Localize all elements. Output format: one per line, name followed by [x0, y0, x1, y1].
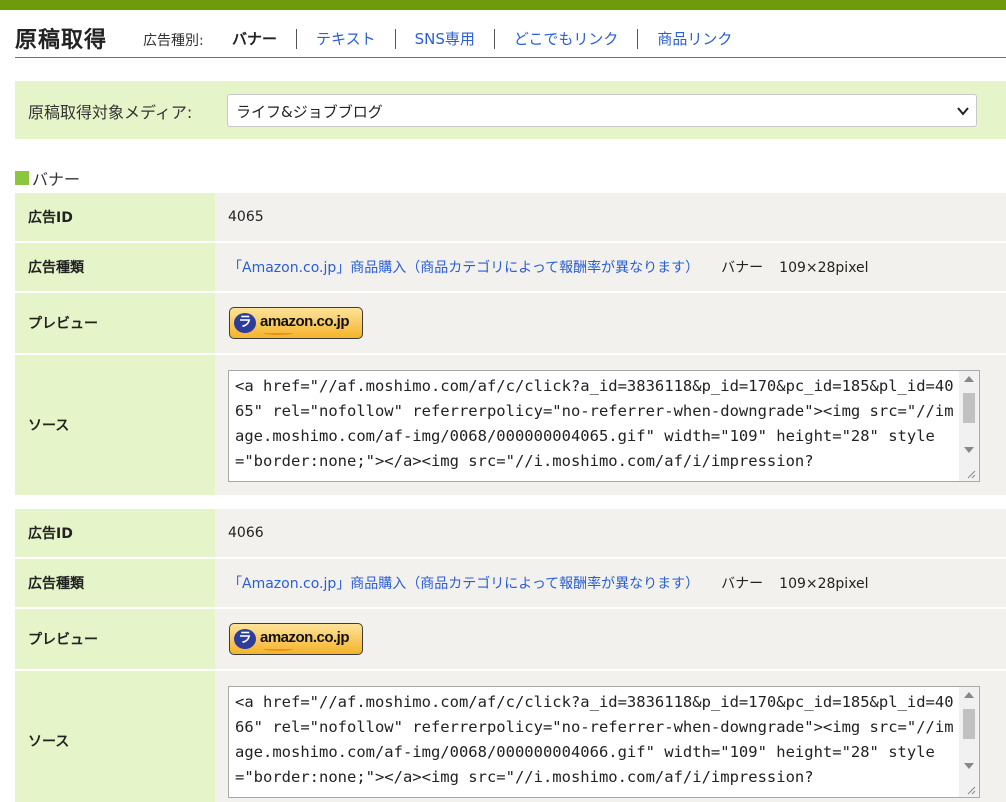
page-header: 原稿取得 広告種別: バナー テキスト SNS専用 どこでもリンク 商品リンク: [15, 22, 1006, 58]
scroll-thumb[interactable]: [963, 709, 975, 739]
ad-kind-label: 広告種類: [28, 260, 84, 276]
ad-type-label: 広告種別:: [143, 33, 204, 49]
ad-source-label: ソース: [28, 418, 70, 434]
ad-kind-link[interactable]: 「Amazon.co.jp」商品購入（商品カテゴリによって報酬率が異なります）: [228, 576, 699, 592]
ad-id-value: 4065: [228, 209, 264, 225]
ad-block: 広告ID 4066 広告種類 「Amazon.co.jp」商品購入（商品カテゴリ…: [15, 509, 1006, 802]
ad-source-row: ソース <a href="//af.moshimo.com/af/c/click…: [15, 671, 1006, 802]
banner-text: amazon.co.jp: [260, 313, 350, 330]
section-title-text: バナー: [32, 170, 81, 189]
page-title: 原稿取得: [15, 28, 108, 53]
amazon-logo-icon: ラ: [234, 629, 256, 649]
chevron-down-icon: [957, 107, 969, 116]
amazon-banner-image[interactable]: ラ amazon.co.jp: [229, 307, 363, 339]
source-textarea[interactable]: <a href="//af.moshimo.com/af/c/click?a_i…: [228, 370, 980, 482]
ad-kind-type: バナー: [721, 576, 764, 592]
ad-id-label: 広告ID: [28, 526, 73, 542]
scroll-thumb[interactable]: [963, 393, 975, 423]
green-square-icon: [15, 171, 29, 185]
scroll-up-icon[interactable]: [964, 692, 974, 698]
top-accent-bar: [0, 0, 1006, 10]
source-textarea[interactable]: <a href="//af.moshimo.com/af/c/click?a_i…: [228, 686, 980, 798]
ad-kind-size: 109×28pixel: [779, 576, 869, 592]
ad-type-tabs: バナー テキスト SNS専用 どこでもリンク 商品リンク: [218, 28, 751, 50]
ad-source-row: ソース <a href="//af.moshimo.com/af/c/click…: [15, 355, 1006, 495]
source-code[interactable]: <a href="//af.moshimo.com/af/c/click?a_i…: [235, 374, 957, 474]
media-select-value: ライフ&ジョブブログ: [236, 103, 383, 121]
banner-text: amazon.co.jp: [260, 629, 350, 646]
ad-preview-row: プレビュー ラ amazon.co.jp: [15, 293, 1006, 355]
section-title: バナー: [15, 166, 80, 190]
ad-id-label: 広告ID: [28, 210, 73, 226]
media-label: 原稿取得対象メディア:: [28, 103, 193, 122]
tab-product-link[interactable]: 商品リンク: [637, 29, 751, 49]
tab-anywhere-link[interactable]: どこでもリンク: [493, 29, 638, 49]
scroll-down-icon[interactable]: [964, 447, 974, 453]
amazon-smile-icon: [263, 647, 293, 651]
scroll-down-icon[interactable]: [964, 763, 974, 769]
resize-handle-icon[interactable]: [966, 785, 976, 795]
resize-handle-icon[interactable]: [966, 469, 976, 479]
media-selector-panel: 原稿取得対象メディア: ライフ&ジョブブログ: [15, 81, 1006, 139]
tab-text[interactable]: テキスト: [296, 29, 395, 49]
tab-sns[interactable]: SNS専用: [394, 29, 494, 49]
amazon-banner-image[interactable]: ラ amazon.co.jp: [229, 623, 363, 655]
tab-banner[interactable]: バナー: [218, 29, 296, 49]
ad-preview-label: プレビュー: [28, 316, 98, 332]
scroll-up-icon[interactable]: [964, 376, 974, 382]
ad-source-label: ソース: [28, 734, 70, 750]
source-scrollbar[interactable]: [959, 371, 979, 481]
ad-kind-label: 広告種類: [28, 576, 84, 592]
amazon-logo-icon: ラ: [234, 313, 256, 333]
ad-id-value: 4066: [228, 525, 264, 541]
amazon-smile-icon: [263, 331, 293, 335]
ad-id-row: 広告ID 4065: [15, 193, 1006, 243]
ad-preview-row: プレビュー ラ amazon.co.jp: [15, 609, 1006, 671]
ad-kind-type: バナー: [721, 260, 764, 276]
ad-block: 広告ID 4065 広告種類 「Amazon.co.jp」商品購入（商品カテゴリ…: [15, 193, 1006, 495]
ad-kind-link[interactable]: 「Amazon.co.jp」商品購入（商品カテゴリによって報酬率が異なります）: [228, 260, 699, 276]
ad-id-row: 広告ID 4066: [15, 509, 1006, 559]
source-scrollbar[interactable]: [959, 687, 979, 797]
ad-kind-row: 広告種類 「Amazon.co.jp」商品購入（商品カテゴリによって報酬率が異な…: [15, 243, 1006, 293]
ad-kind-row: 広告種類 「Amazon.co.jp」商品購入（商品カテゴリによって報酬率が異な…: [15, 559, 1006, 609]
ad-kind-size: 109×28pixel: [779, 260, 869, 276]
source-code[interactable]: <a href="//af.moshimo.com/af/c/click?a_i…: [235, 690, 957, 790]
media-select[interactable]: ライフ&ジョブブログ: [227, 94, 977, 127]
ad-preview-label: プレビュー: [28, 632, 98, 648]
